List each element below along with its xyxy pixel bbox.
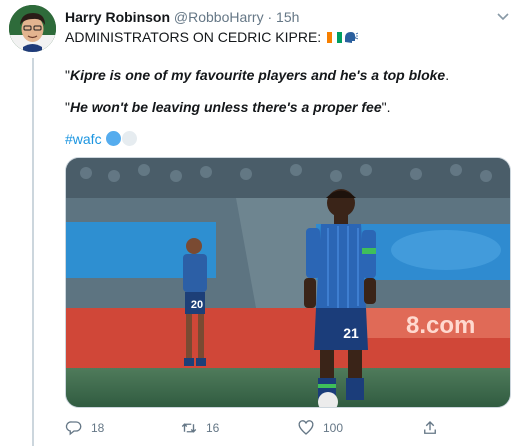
author-name[interactable]: Harry Robinson (65, 9, 170, 25)
tweet-quote-2: "He won't be leaving unless there's a pr… (65, 98, 391, 116)
retweet-icon (181, 423, 197, 433)
quote-2-end: . (386, 99, 391, 115)
quote-1-end: . (445, 67, 450, 83)
reply-button[interactable]: 18 (65, 418, 104, 438)
tweet-headline-line: ADMINISTRATORS ON CEDRIC KIPRE: (65, 28, 359, 46)
avatar[interactable] (9, 5, 56, 52)
heart-icon (298, 420, 314, 435)
avatar-image (9, 5, 56, 52)
share-button[interactable] (421, 418, 439, 438)
tweet-quote-1: "Kipre is one of my favourite players an… (65, 66, 449, 84)
front-jersey-number: 21 (343, 325, 359, 341)
like-button[interactable]: 100 (297, 418, 343, 438)
chevron-down-icon[interactable] (497, 12, 509, 22)
blue-circle-icon (105, 131, 121, 146)
tweet-media-photo[interactable]: 8.com 20 21 (65, 157, 511, 408)
speaking-head-icon (345, 32, 359, 43)
separator-dot: · (267, 9, 273, 25)
thread-line (32, 58, 34, 446)
white-circle-icon (121, 131, 137, 146)
retweet-count: 16 (206, 421, 220, 435)
reply-count: 18 (91, 421, 105, 435)
like-count: 100 (323, 421, 344, 435)
hashtag-link[interactable]: #wafc (65, 131, 102, 147)
flag-ivory-coast-icon (327, 29, 343, 43)
author-handle[interactable]: @RobboHarry (174, 9, 264, 25)
tweet-timestamp[interactable]: 15h (276, 9, 299, 25)
football-photo: 8.com 20 21 (66, 158, 510, 407)
hashtag-row: #wafc (65, 129, 137, 149)
tweet-header: Harry Robinson @RobboHarry · 15h (65, 8, 505, 26)
stadium-ad-text: 8.com (406, 312, 475, 339)
retweet-button[interactable]: 16 (180, 418, 219, 438)
share-icon (424, 421, 436, 434)
quote-2-text: He won't be leaving unless there's a pro… (69, 99, 382, 115)
tweet-headline: ADMINISTRATORS ON CEDRIC KIPRE: (65, 29, 322, 45)
back-jersey-number: 20 (191, 299, 203, 311)
tweet-actions: 18 16 100 (65, 418, 511, 438)
quote-1-text: Kipre is one of my favourite players and… (69, 67, 446, 83)
reply-icon (65, 421, 82, 436)
